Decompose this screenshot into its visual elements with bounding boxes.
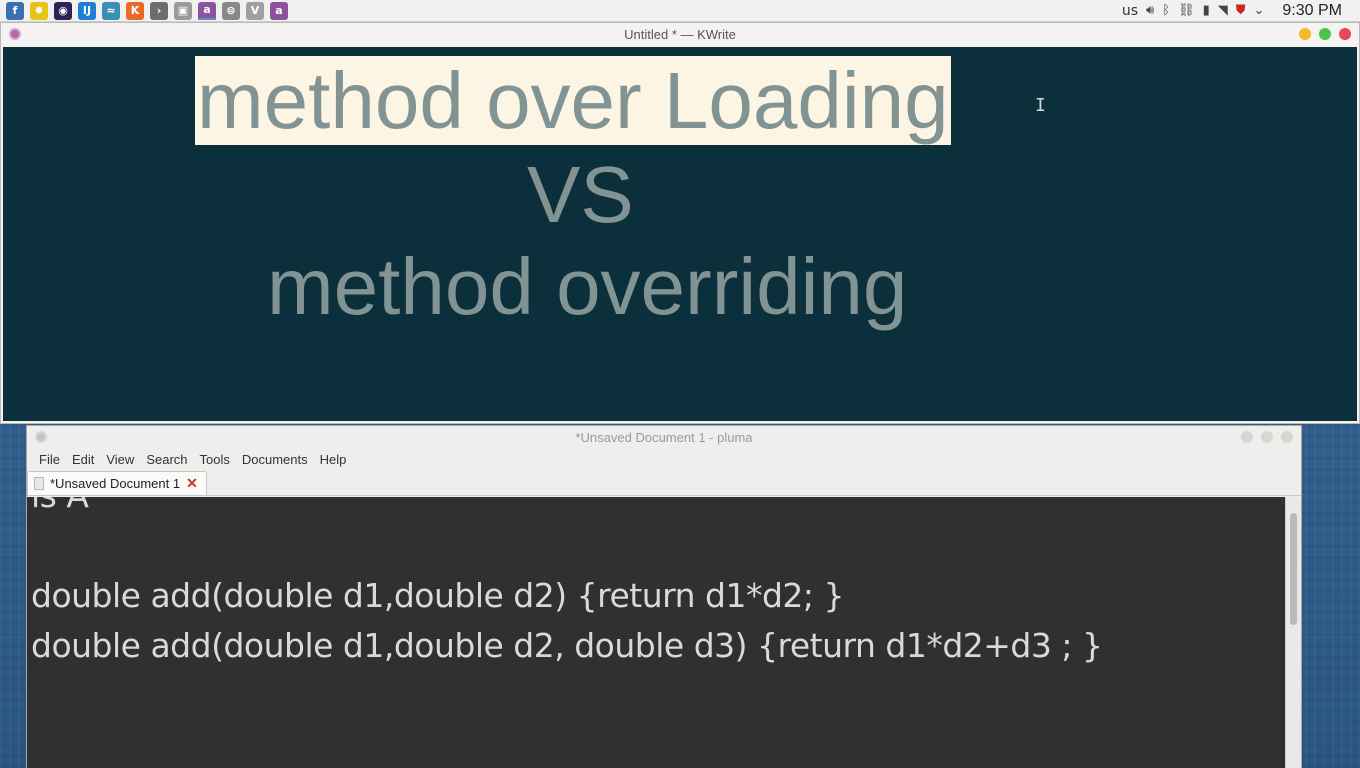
- minimize-button[interactable]: [1241, 431, 1253, 443]
- menu-bar: File Edit View Search Tools Documents He…: [27, 448, 1301, 470]
- bird-icon[interactable]: ≈: [102, 1, 120, 20]
- eclipse-icon[interactable]: ◉: [54, 1, 72, 20]
- editor-line-4: double add(double d1,double d2, double d…: [31, 626, 1103, 665]
- kwrite-titlebar[interactable]: Untitled * — KWrite: [1, 23, 1359, 45]
- menu-file[interactable]: File: [33, 452, 66, 467]
- minimize-button[interactable]: [1299, 28, 1311, 40]
- editor-line-3: double add(double d1,double d2) {return …: [31, 576, 845, 615]
- shield-icon[interactable]: ⛊: [1236, 3, 1246, 18]
- pluma-window: *Unsaved Document 1 - pluma File Edit Vi…: [26, 425, 1302, 768]
- system-tray: us 🔊︎ ᛒ ⛓︎ ▮ ◥ ⛊ ⌄ 9:30 PM: [1122, 2, 1354, 20]
- close-button[interactable]: [1339, 28, 1351, 40]
- kwrite-editor[interactable]: method over Loading VS method overriding: [3, 47, 1357, 421]
- kwrite-line-1: method over Loading: [195, 56, 951, 145]
- menu-view[interactable]: View: [100, 452, 140, 467]
- battery-icon[interactable]: ▮: [1203, 3, 1210, 18]
- editor-line-1: is A: [31, 497, 89, 512]
- terminal-icon[interactable]: ›: [150, 1, 168, 20]
- document-tabs: *Unsaved Document 1 ✕: [27, 470, 1301, 496]
- link-icon[interactable]: ⛓︎: [1178, 3, 1195, 18]
- keyboard-layout-indicator[interactable]: us: [1122, 3, 1138, 19]
- wifi-icon[interactable]: ◥: [1218, 3, 1228, 18]
- pluma-editor[interactable]: is A double add(double d1,double d2) {re…: [27, 497, 1287, 768]
- intellij-icon[interactable]: IJ: [78, 1, 96, 20]
- window-controls: [1299, 28, 1351, 40]
- menu-edit[interactable]: Edit: [66, 452, 100, 467]
- app-icon-purple-2[interactable]: a: [270, 1, 288, 20]
- clock[interactable]: 9:30 PM: [1282, 2, 1342, 20]
- volume-icon[interactable]: 🔊︎: [1146, 3, 1154, 18]
- tab-unsaved-document-1[interactable]: *Unsaved Document 1 ✕: [27, 471, 207, 495]
- chevron-down-icon[interactable]: ⌄: [1254, 3, 1265, 18]
- paint-icon[interactable]: ✸: [30, 1, 48, 20]
- maximize-button[interactable]: [1319, 28, 1331, 40]
- window-controls: [1241, 431, 1293, 443]
- app-icon-purple-1[interactable]: a: [198, 1, 216, 20]
- bluetooth-icon[interactable]: ᛒ: [1162, 3, 1170, 18]
- document-icon: [34, 477, 44, 490]
- menu-help[interactable]: Help: [314, 452, 353, 467]
- maximize-button[interactable]: [1261, 431, 1273, 443]
- disk-icon[interactable]: ⊜: [222, 1, 240, 20]
- window-menu-icon[interactable]: [35, 431, 47, 443]
- launcher-bar: f ✸ ◉ IJ ≈ K › ▣ a ⊜ Va: [6, 1, 288, 20]
- pluma-window-title: *Unsaved Document 1 - pluma: [575, 429, 753, 445]
- text-cursor-icon: I: [1035, 95, 1046, 116]
- close-tab-icon[interactable]: ✕: [186, 475, 198, 492]
- menu-documents[interactable]: Documents: [236, 452, 314, 467]
- image-viewer-icon[interactable]: ▣: [174, 1, 192, 20]
- fedora-icon[interactable]: f: [6, 1, 24, 20]
- tab-label: *Unsaved Document 1: [50, 476, 181, 491]
- vim-icon[interactable]: V: [246, 1, 264, 20]
- scrollbar-thumb[interactable]: [1290, 513, 1297, 625]
- kolourpaint-icon[interactable]: K: [126, 1, 144, 20]
- top-panel: f ✸ ◉ IJ ≈ K › ▣ a ⊜ Va us 🔊︎ ᛒ ⛓︎ ▮ ◥ ⛊ ⌄ 9:30 PM: [0, 0, 1360, 22]
- close-button[interactable]: [1281, 431, 1293, 443]
- menu-search[interactable]: Search: [140, 452, 193, 467]
- kwrite-line-2: VS: [527, 150, 634, 239]
- menu-tools[interactable]: Tools: [194, 452, 236, 467]
- kwrite-window-title: Untitled * — KWrite: [624, 26, 736, 42]
- window-menu-icon[interactable]: [9, 28, 21, 40]
- kwrite-line-3: method overriding: [267, 242, 908, 331]
- vertical-scrollbar[interactable]: [1285, 497, 1301, 768]
- text-selection: method over Loading: [195, 56, 951, 145]
- kwrite-window: Untitled * — KWrite method over Loading …: [0, 22, 1360, 424]
- pluma-titlebar[interactable]: *Unsaved Document 1 - pluma: [27, 426, 1301, 448]
